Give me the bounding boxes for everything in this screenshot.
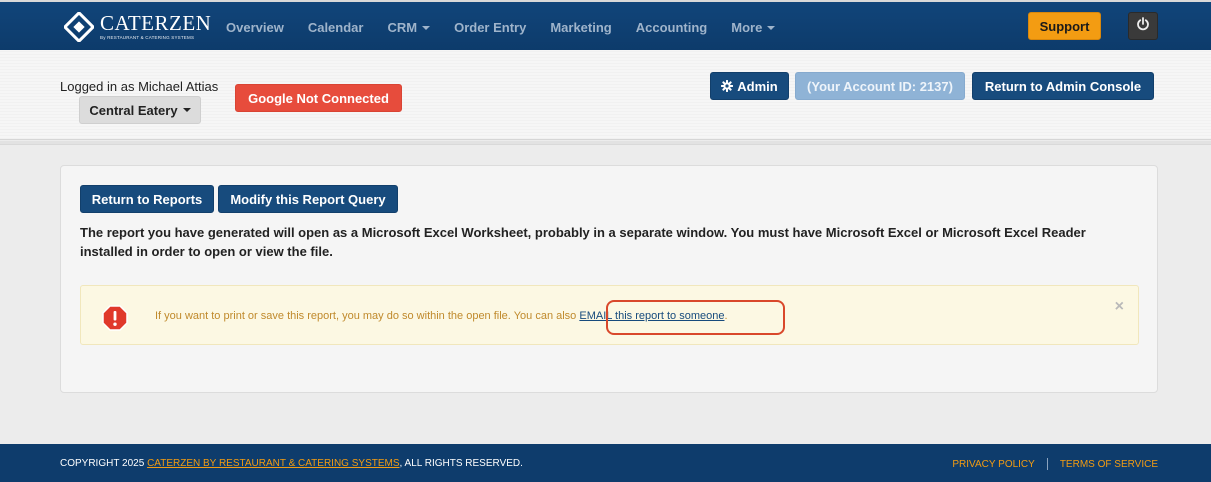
caret-down-icon: [422, 26, 431, 31]
google-not-connected-button[interactable]: Google Not Connected: [235, 84, 402, 112]
header-divider: [0, 141, 1211, 145]
main-nav: Overview Calendar CRM Order Entry Market…: [214, 2, 787, 52]
nav-crm[interactable]: CRM: [375, 20, 442, 35]
company-link[interactable]: CATERZEN BY RESTAURANT & CATERING SYSTEM…: [147, 458, 399, 469]
alert-octagon-icon: [101, 304, 129, 332]
logout-button[interactable]: [1128, 12, 1158, 40]
caterzen-logo[interactable]: CATERZEN By RESTAURANT & CATERING SYSTEM…: [62, 10, 212, 44]
location-dropdown[interactable]: Central Eatery: [79, 96, 201, 124]
alert-text-after: .: [724, 310, 728, 322]
return-to-admin-console-button[interactable]: Return to Admin Console: [972, 72, 1154, 100]
copyright-prefix: COPYRIGHT 2025: [60, 458, 148, 469]
footer-links: PRIVACY POLICY TERMS OF SERVICE: [952, 458, 1158, 470]
email-report-alert: If you want to print or save this report…: [80, 285, 1139, 345]
report-panel: Return to Reports Modify this Report Que…: [60, 165, 1158, 393]
logo-text: CATERZEN: [100, 11, 212, 36]
alert-text-before: If you want to print or save this report…: [155, 310, 580, 322]
copyright-text: COPYRIGHT 2025 CATERZEN BY RESTAURANT & …: [60, 458, 523, 469]
caret-down-icon: [767, 26, 776, 31]
footer-separator: [1046, 458, 1048, 470]
copyright-suffix: , ALL RIGHTS RESERVED.: [399, 458, 523, 469]
nav-more[interactable]: More: [719, 20, 787, 35]
top-navbar: CATERZEN By RESTAURANT & CATERING SYSTEM…: [0, 0, 1211, 50]
nav-more-label: More: [731, 19, 763, 35]
admin-label: Admin: [737, 78, 778, 94]
nav-marketing[interactable]: Marketing: [538, 20, 623, 35]
admin-button[interactable]: Admin: [710, 72, 789, 100]
logo-diamond-icon: [62, 10, 96, 44]
modify-report-query-button[interactable]: Modify this Report Query: [218, 185, 398, 213]
nav-overview[interactable]: Overview: [214, 20, 296, 35]
alert-message: If you want to print or save this report…: [155, 310, 728, 322]
nav-order-entry[interactable]: Order Entry: [442, 20, 538, 35]
privacy-policy-link[interactable]: PRIVACY POLICY: [952, 459, 1034, 470]
footer: COPYRIGHT 2025 CATERZEN BY RESTAURANT & …: [0, 444, 1211, 482]
nav-accounting[interactable]: Accounting: [624, 20, 720, 35]
power-icon: [1136, 16, 1150, 36]
return-to-reports-button[interactable]: Return to Reports: [80, 185, 214, 213]
account-id-badge: (Your Account ID: 2137): [795, 72, 965, 100]
logo-subtext: By RESTAURANT & CATERING SYSTEMS: [100, 35, 195, 41]
nav-calendar[interactable]: Calendar: [296, 20, 376, 35]
close-icon[interactable]: ×: [1115, 298, 1124, 316]
email-report-link[interactable]: EMAIL this report to someone: [579, 310, 724, 322]
caret-down-icon: [182, 108, 191, 112]
report-description: The report you have generated will open …: [80, 225, 1086, 259]
location-label: Central Eatery: [89, 102, 178, 118]
terms-of-service-link[interactable]: TERMS OF SERVICE: [1060, 459, 1158, 470]
nav-crm-label: CRM: [387, 19, 418, 35]
gear-icon: [721, 80, 734, 92]
support-button[interactable]: Support: [1028, 12, 1101, 40]
logged-in-text: Logged in as Michael Attias: [60, 79, 219, 94]
